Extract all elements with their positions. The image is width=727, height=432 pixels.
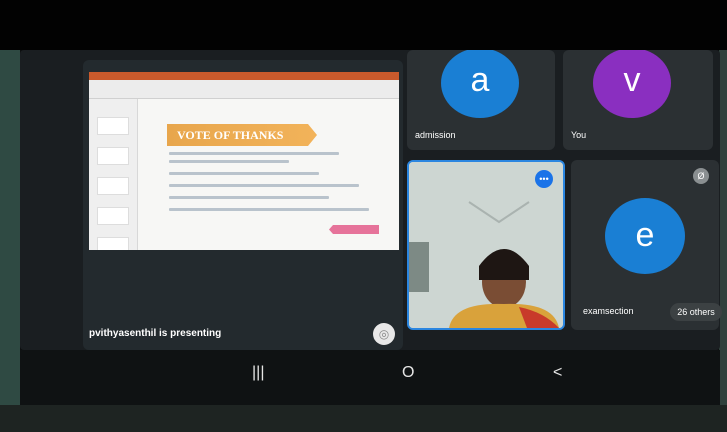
shared-slide: VOTE OF THANKS <box>89 72 399 250</box>
slide-title: VOTE OF THANKS <box>167 124 317 146</box>
system-nav-bar <box>20 350 720 405</box>
presenting-label: pvithyasenthil is presenting <box>89 328 222 339</box>
speaking-indicator-icon: ••• <box>535 170 553 188</box>
recents-button[interactable]: ||| <box>252 364 264 382</box>
participant-name: admission <box>415 130 456 140</box>
slide-thumbnail <box>97 177 129 195</box>
pin-button[interactable]: ◎ <box>373 323 395 345</box>
pin-icon: ◎ <box>378 327 390 341</box>
home-button[interactable]: O <box>402 364 414 382</box>
participant-tile-you[interactable]: v You <box>563 50 713 150</box>
others-count-chip[interactable]: 26 others <box>670 303 722 321</box>
app-title-bar <box>89 72 399 80</box>
slide-thumbnail <box>97 237 129 250</box>
back-button[interactable]: < <box>553 364 562 382</box>
slide-text-line <box>169 208 369 211</box>
slide-text-line <box>169 160 289 163</box>
participant-avatar: e <box>605 198 685 274</box>
top-bar <box>0 0 727 50</box>
left-edge <box>0 50 20 432</box>
slide-text-line <box>169 196 329 199</box>
mic-off-icon: Ø <box>693 168 709 184</box>
slide-text-line <box>169 152 339 155</box>
slide-text-line <box>169 184 359 187</box>
active-speaker-video-tile[interactable]: ••• <box>407 160 565 330</box>
slide-text-line <box>169 172 319 175</box>
app-ribbon <box>89 80 399 99</box>
slide-thumbnail <box>97 117 129 135</box>
slide-thumbnails <box>89 99 138 250</box>
participant-name: examsection <box>583 306 634 316</box>
participant-name: You <box>571 130 587 140</box>
slide-thumbnail <box>97 147 129 165</box>
participant-avatar: v <box>593 50 671 118</box>
slide-thumbnail <box>97 207 129 225</box>
slide-arrow-shape <box>329 225 379 234</box>
right-edge <box>719 50 727 432</box>
participant-tile-admission[interactable]: a admission <box>407 50 555 150</box>
bottom-edge <box>0 405 727 432</box>
presentation-tile[interactable]: VOTE OF THANKS pvithyasenthil is present… <box>83 60 403 350</box>
participant-avatar: a <box>441 50 519 118</box>
